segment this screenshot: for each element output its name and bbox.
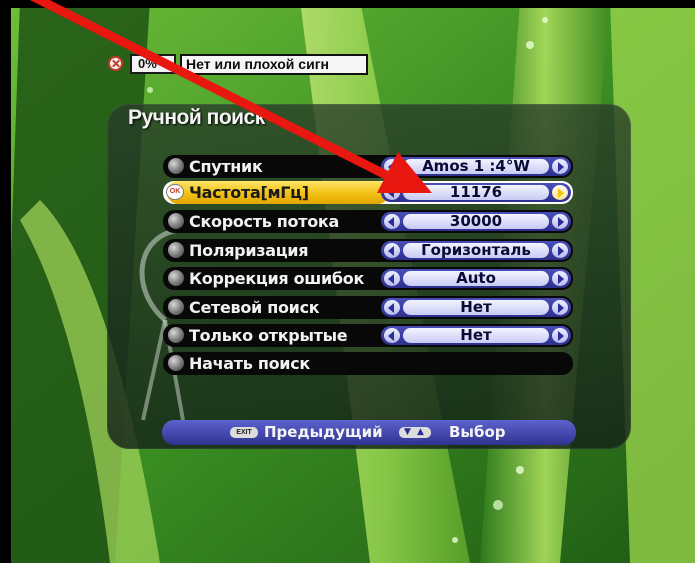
annotation-arrow [29, 0, 432, 193]
tv-screen: 0% Нет или плохой сигн Ручной поиск Спут… [0, 0, 695, 563]
